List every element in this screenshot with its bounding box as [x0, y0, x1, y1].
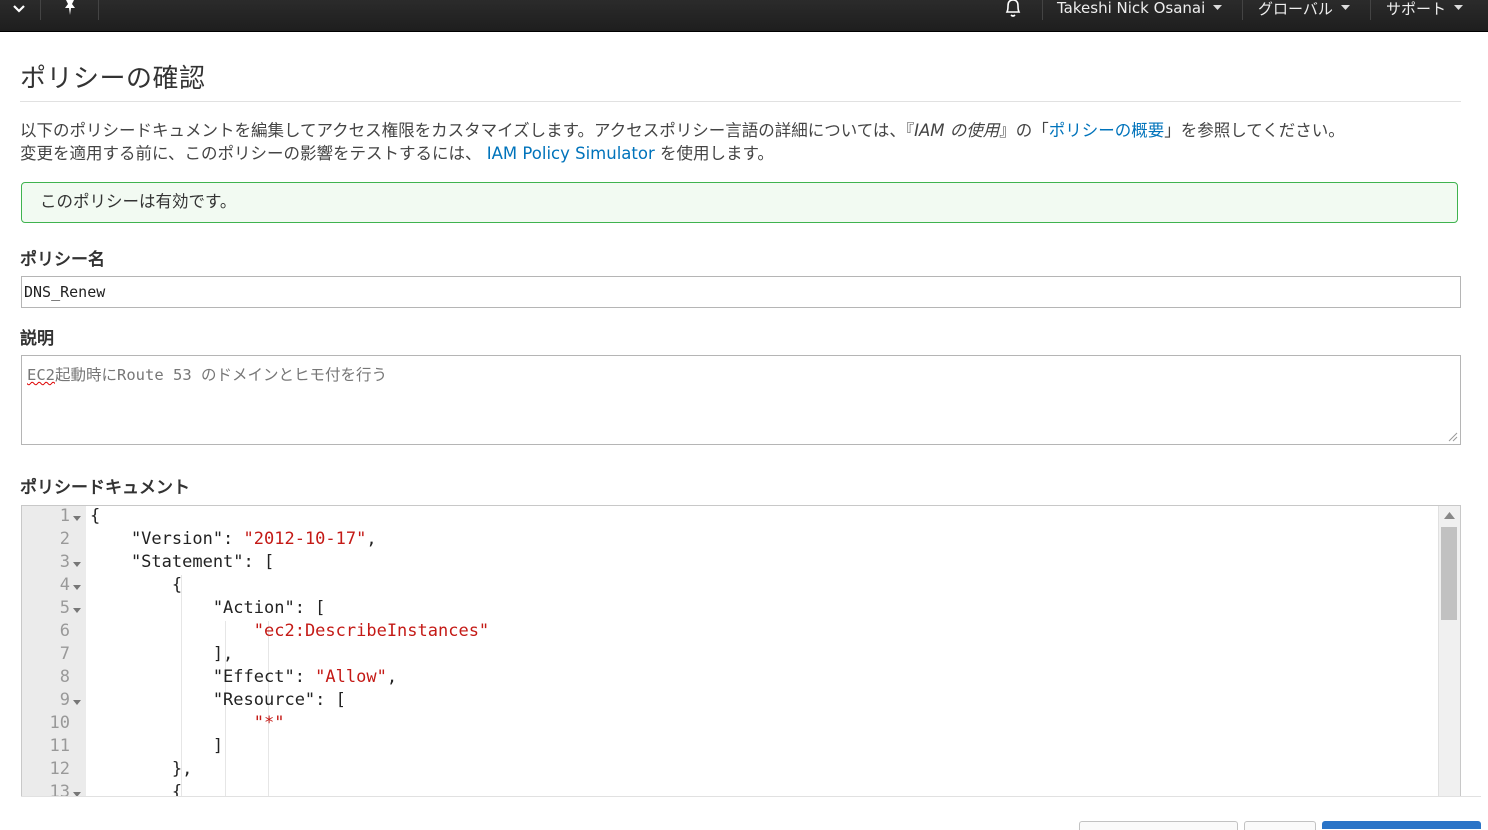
code-string: "ec2:DescribeInstances" [253, 621, 490, 641]
guide-title: IAM の使用 [914, 121, 1000, 140]
code-token: , [386, 667, 398, 687]
line-number: 10 [49, 713, 70, 733]
editor-code-area[interactable]: { "Version": "2012-10-17", "Statement": … [90, 506, 1438, 796]
code-token: { [90, 575, 183, 595]
code-line: ] [90, 736, 223, 756]
line-number: 7 [59, 644, 70, 664]
line-number: 5 [59, 598, 70, 618]
footer-divider [21, 796, 1481, 797]
topbar-divider [40, 0, 41, 20]
code-string: "2012-10-17" [243, 529, 367, 549]
description-textarea[interactable] [21, 355, 1461, 445]
code-token: ], [90, 644, 234, 664]
policy-overview-link[interactable]: ポリシーの概要 [1049, 121, 1165, 140]
resize-grip-icon[interactable] [1446, 430, 1458, 442]
code-string: "*" [253, 713, 285, 733]
policy-name-label: ポリシー名 [20, 250, 105, 270]
code-token: { [90, 782, 183, 797]
description-text: 以下のポリシードキュメントを編集してアクセス権限をカスタマイズします。アクセスポ… [20, 121, 906, 140]
policy-valid-notice: このポリシーは有効です。 [21, 182, 1458, 223]
pin-icon[interactable] [60, 0, 80, 18]
code-line: { [90, 506, 100, 526]
line-number: 4 [59, 575, 70, 595]
code-token: "Action": [ [90, 598, 326, 618]
line-number: 13 [49, 782, 70, 797]
description-text: を使用します。 [654, 144, 774, 163]
scroll-up-arrow-icon[interactable] [1444, 512, 1455, 519]
code-token: ] [90, 736, 224, 756]
line-number: 1 [59, 506, 70, 526]
support-menu-label: サポート [1386, 0, 1447, 18]
top-navigation-bar: Takeshi Nick Osanai グローバル サポート [0, 0, 1488, 32]
code-line: { [90, 782, 183, 797]
line-number: 3 [59, 552, 70, 572]
code-token: , [366, 529, 377, 549]
user-menu-label: Takeshi Nick Osanai [1057, 0, 1206, 17]
topbar-divider [98, 0, 99, 20]
policy-simulator-link[interactable]: IAM Policy Simulator [487, 144, 655, 163]
line-number: 11 [49, 736, 70, 756]
page-description: 以下のポリシードキュメントを編集してアクセス権限をカスタマイズします。アクセスポ… [20, 119, 1470, 165]
line-number: 2 [59, 529, 70, 549]
description-label: 説明 [20, 329, 54, 349]
description-text: 」を参照してください。 [1164, 121, 1345, 140]
topbar-divider [1242, 0, 1243, 20]
fold-toggle-icon[interactable] [73, 562, 81, 567]
caret-down-icon [1213, 5, 1223, 10]
line-number: 9 [59, 690, 70, 710]
code-token: "Resource": [ [90, 690, 346, 710]
editor-scrollbar[interactable] [1438, 506, 1460, 796]
line-number: 6 [59, 621, 70, 641]
fold-toggle-icon[interactable] [73, 608, 81, 613]
cancel-button[interactable] [1079, 821, 1238, 830]
topbar-divider [1370, 0, 1371, 20]
code-token: }, [90, 759, 193, 779]
scrollbar-thumb[interactable] [1441, 527, 1457, 620]
code-line: }, [90, 759, 192, 779]
code-line: "*" [90, 713, 285, 733]
fold-toggle-icon[interactable] [73, 700, 81, 705]
description-text: 』の「 [999, 121, 1049, 140]
line-number: 12 [49, 759, 70, 779]
services-menu-caret-icon[interactable] [10, 0, 28, 18]
notification-bell-icon[interactable] [1003, 0, 1023, 19]
line-number: 8 [59, 667, 70, 687]
topbar-divider [1042, 0, 1043, 20]
region-menu-label: グローバル [1258, 0, 1333, 18]
code-line: "Effect": "Allow", [90, 667, 397, 687]
description-text: 変更を適用する前に、このポリシーの影響をテストするには、 [20, 144, 482, 163]
code-line: "Resource": [ [90, 690, 346, 710]
fold-toggle-icon[interactable] [73, 516, 81, 521]
code-token: "Version": [90, 529, 244, 549]
title-divider [20, 101, 1461, 102]
region-menu[interactable]: グローバル [1258, 0, 1350, 19]
description-text: 『 [905, 121, 915, 140]
caret-down-icon [1454, 5, 1464, 10]
code-line: "Version": "2012-10-17", [90, 529, 377, 549]
fold-toggle-icon[interactable] [73, 585, 81, 590]
policy-document-editor[interactable]: 1 2 3 4 5 6 7 8 9 10 11 12 13 { "Version": "2012-10-… [21, 505, 1461, 797]
previous-button[interactable] [1244, 821, 1316, 830]
page-title: ポリシーの確認 [20, 64, 206, 94]
editor-gutter: 1 2 3 4 5 6 7 8 9 10 11 12 13 [22, 506, 86, 796]
code-token: { [90, 506, 101, 526]
code-line: "Action": [ [90, 598, 326, 618]
code-string: "Allow" [315, 667, 387, 687]
code-line: ], [90, 644, 233, 664]
create-policy-button[interactable] [1322, 821, 1481, 829]
user-menu[interactable]: Takeshi Nick Osanai [1057, 0, 1223, 19]
code-line: { [90, 575, 182, 595]
code-line: "Statement": [ [90, 552, 274, 572]
policy-document-label: ポリシードキュメント [20, 478, 190, 498]
caret-down-icon [1340, 5, 1350, 10]
code-token: "Effect": [90, 667, 316, 687]
policy-name-input[interactable] [21, 276, 1461, 308]
code-token: "Statement": [ [90, 552, 275, 572]
code-line: "ec2:DescribeInstances" [90, 621, 489, 641]
support-menu[interactable]: サポート [1386, 0, 1464, 19]
